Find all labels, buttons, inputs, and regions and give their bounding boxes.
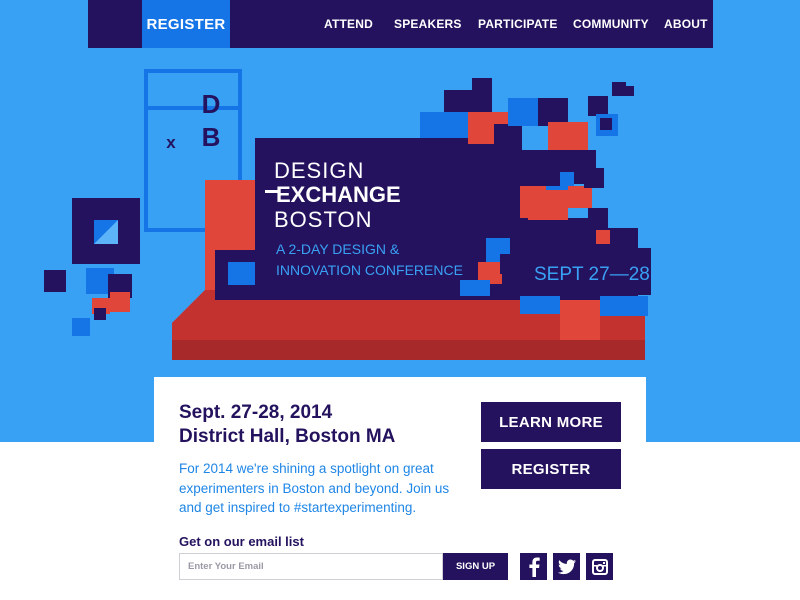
logo-letter-b: B [202,122,221,152]
nav-item-community[interactable]: COMMUNITY [573,0,649,48]
email-list-title: Get on our email list [179,534,304,549]
event-date: Sept. 27-28, 2014 [179,402,333,423]
nav-register-button[interactable]: REGISTER [142,0,230,48]
event-venue: District Hall, Boston MA [179,426,396,447]
nav-item-about[interactable]: ABOUT [664,0,708,48]
top-nav: REGISTER ATTEND SPEAKERS PARTICIPATE COM… [88,0,713,48]
event-blurb: For 2014 we're shining a spotlight on gr… [179,461,450,515]
logo-letter-d: D [202,89,221,119]
hero-tagline-line2: INNOVATION CONFERENCE [276,262,463,278]
nav-item-participate[interactable]: PARTICIPATE [478,0,558,48]
instagram-icon[interactable] [586,553,613,580]
logo-letter-x: x [166,133,176,152]
hero-tagline-line1: A 2-DAY DESIGN & [276,241,400,257]
facebook-icon[interactable] [520,553,547,580]
hero-title-design: DESIGN [274,158,364,183]
hero-title-boston: BOSTON [274,207,373,232]
nav-item-speakers[interactable]: SPEAKERS [394,0,462,48]
hero-title-exchange: EXCHANGE [276,182,401,207]
twitter-icon[interactable] [553,553,580,580]
email-field[interactable] [179,553,443,580]
info-card: Sept. 27-28, 2014 District Hall, Boston … [154,377,646,600]
learn-more-button[interactable]: LEARN MORE [481,402,621,442]
register-button[interactable]: REGISTER [481,449,621,489]
nav-item-attend[interactable]: ATTEND [324,0,373,48]
hero-dates: SEPT 27—28 [534,264,650,285]
signup-button[interactable]: SIGN UP [443,553,508,580]
